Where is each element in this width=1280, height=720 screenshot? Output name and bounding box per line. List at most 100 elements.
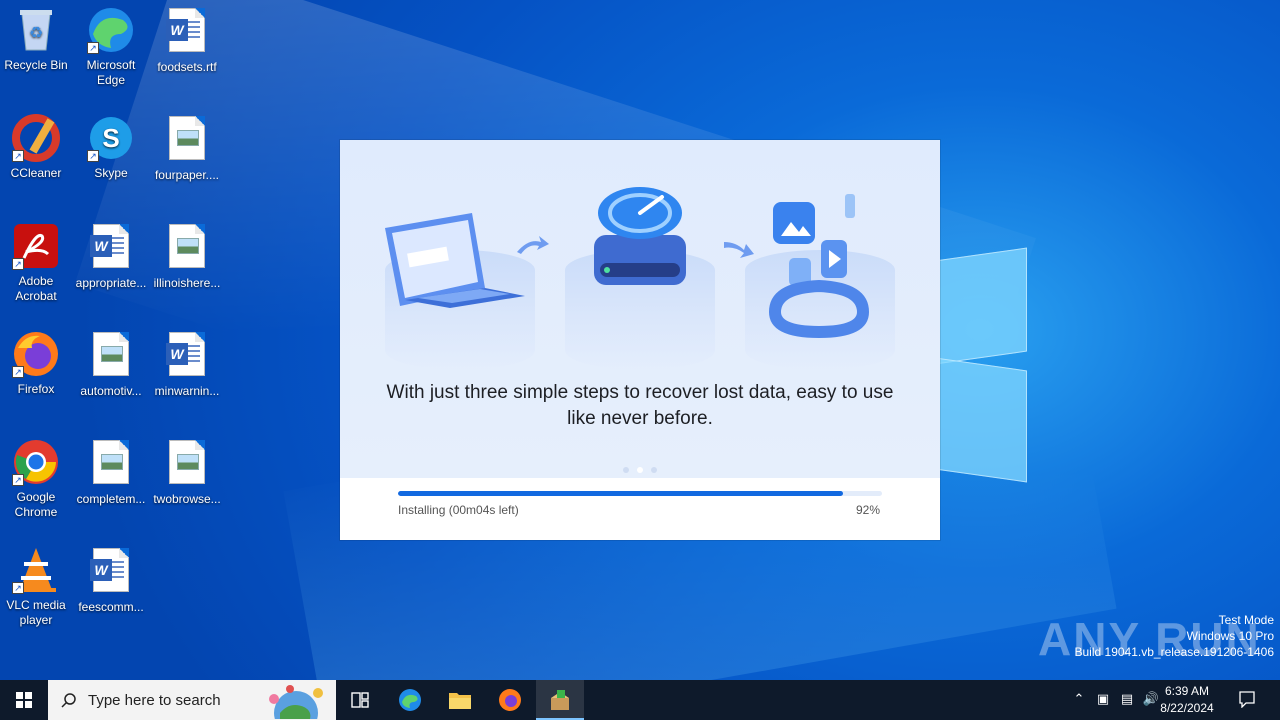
image-file-icon (87, 440, 135, 488)
shortcut-arrow-icon: ↗ (12, 150, 24, 162)
shortcut-arrow-icon: ↗ (12, 582, 24, 594)
desktop-icon[interactable]: ↗ Firefox (0, 330, 74, 397)
notification-icon (1239, 691, 1255, 709)
desktop-icon[interactable]: Wfoodsets.rtf (149, 6, 225, 75)
word-doc-icon: W (87, 224, 135, 272)
desktop-icon[interactable]: illinoishere... (149, 222, 225, 291)
word-doc-icon: W (87, 548, 135, 596)
desktop-icon-label: Microsoft Edge (86, 58, 136, 87)
desktop-icon-label: minwarnin... (154, 384, 220, 398)
build-text: Build 19041.vb_release.191206-1406 (1074, 645, 1275, 659)
edge-icon (399, 689, 421, 711)
firefox-icon: ↗ (12, 330, 60, 378)
clock-time: 6:39 AM (1164, 684, 1210, 698)
start-button[interactable] (0, 680, 48, 720)
slide-dot[interactable] (623, 467, 629, 473)
search-placeholder: Type here to search (88, 692, 221, 709)
vlc-icon: ↗ (12, 546, 60, 594)
desktop-icon[interactable]: ↗ VLC media player (0, 546, 74, 628)
shortcut-arrow-icon: ↗ (87, 150, 99, 162)
acrobat-icon: ↗ (12, 222, 60, 270)
search-icon (61, 693, 76, 708)
installer-footer: Installing (00m04s left) 92% (340, 478, 940, 540)
desktop-icon[interactable]: Wfeescomm... (73, 546, 149, 615)
test-mode-text: Test Mode (1218, 613, 1274, 627)
edge-icon: ↗ (87, 6, 135, 54)
taskbar-explorer-button[interactable] (436, 680, 484, 720)
shortcut-arrow-icon: ↗ (87, 42, 99, 54)
installer-window[interactable]: With just three simple steps to recover … (340, 140, 940, 540)
word-doc-icon: W (163, 8, 211, 56)
desktop-icon[interactable]: ↗ Adobe Acrobat (0, 222, 74, 304)
desktop-icon-label: completem... (76, 492, 146, 506)
taskbar-firefox-button[interactable] (486, 680, 534, 720)
desktop-icon[interactable]: completem... (73, 438, 149, 507)
slide-dot-active[interactable] (637, 467, 643, 473)
search-highlight-icon (269, 685, 323, 719)
ccleaner-icon: ↗ (12, 114, 60, 162)
desktop-icon-label: twobrowse... (153, 492, 221, 506)
desktop-icon-label: Google Chrome (14, 490, 58, 519)
installer-app-icon (551, 690, 569, 710)
progress-bar-fill (398, 491, 844, 496)
desktop-icon[interactable]: fourpaper.... (149, 114, 225, 183)
desktop-icon[interactable]: ↗ Google Chrome (0, 438, 74, 520)
taskbar-search-box[interactable]: Type here to search (48, 680, 336, 720)
word-doc-icon: W (163, 332, 211, 380)
desktop-icon-label: feescomm... (78, 600, 144, 614)
desktop-icon[interactable]: ↗ Microsoft Edge (73, 6, 149, 88)
firefox-icon (499, 689, 521, 711)
desktop-icon-label: Recycle Bin (4, 58, 68, 72)
network-icon[interactable]: ▤ (1118, 691, 1136, 709)
windows-build-watermark: Test Mode Windows 10 Pro Build 19041.vb_… (1075, 612, 1275, 660)
image-file-icon (163, 440, 211, 488)
svg-text:S: S (102, 123, 119, 153)
image-file-icon (163, 224, 211, 272)
desktop-icon[interactable]: Wminwarnin... (149, 330, 225, 399)
hard-drive-illustration-icon (594, 187, 686, 285)
skype-icon: S ↗ (87, 114, 135, 162)
taskbar-installer-button[interactable] (536, 680, 584, 720)
slide-indicator (340, 460, 940, 478)
progress-bar (398, 491, 882, 496)
image-file-icon (163, 116, 211, 164)
meet-now-icon[interactable]: ▣ (1094, 691, 1112, 709)
chevron-up-icon[interactable]: ⌃ (1070, 691, 1088, 709)
desktop-icon[interactable]: automotiv... (73, 330, 149, 399)
desktop-icon-label: foodsets.rtf (157, 60, 217, 74)
recycle-bin-icon: ♻ (12, 6, 60, 54)
shortcut-arrow-icon: ↗ (12, 474, 24, 486)
desktop-icon-label: Adobe Acrobat (15, 274, 57, 303)
desktop-icon-label: automotiv... (80, 384, 142, 398)
arrow-right-icon (517, 236, 549, 254)
shortcut-arrow-icon: ↗ (12, 366, 24, 378)
laptop-illustration-icon (385, 213, 525, 308)
desktop-icon-label: appropriate... (75, 276, 147, 290)
task-view-button[interactable] (336, 680, 384, 720)
desktop-icon[interactable]: Wappropriate... (73, 222, 149, 291)
clock[interactable]: 6:39 AM 8/22/2024 (1152, 683, 1222, 717)
desktop-icon[interactable]: ♻ Recycle Bin (0, 6, 74, 73)
desktop-icon[interactable]: S ↗ Skype (73, 114, 149, 181)
notification-center-button[interactable] (1238, 690, 1256, 709)
folder-icon (449, 693, 471, 709)
chrome-icon: ↗ (12, 438, 60, 486)
installer-caption: With just three simple steps to recover … (386, 382, 894, 429)
clock-date: 8/22/2024 (1160, 701, 1214, 715)
windows-edition-text: Windows 10 Pro (1186, 629, 1274, 643)
install-status-text: Installing (00m04s left) (398, 503, 519, 517)
windows-logo-wallpaper (935, 240, 1030, 483)
taskbar: Type here to search ⌃ ▣ ▤ 🔊 6:39 AM 8/22… (0, 680, 1280, 720)
desktop-icon-label: fourpaper.... (154, 168, 220, 182)
slide-dot[interactable] (651, 467, 657, 473)
desktop-icon-label: CCleaner (10, 166, 62, 180)
desktop-icon[interactable]: twobrowse... (149, 438, 225, 507)
desktop-icon[interactable]: ↗ CCleaner (0, 114, 74, 181)
desktop-icon-label: Skype (94, 166, 128, 180)
task-view-icon (351, 692, 369, 708)
desktop-icon-label: illinoishere... (153, 276, 221, 290)
taskbar-edge-button[interactable] (386, 680, 434, 720)
desktop-icon-label: VLC media player (6, 598, 66, 627)
windows-start-icon (16, 692, 32, 708)
recovered-files-illustration-icon (768, 194, 870, 339)
